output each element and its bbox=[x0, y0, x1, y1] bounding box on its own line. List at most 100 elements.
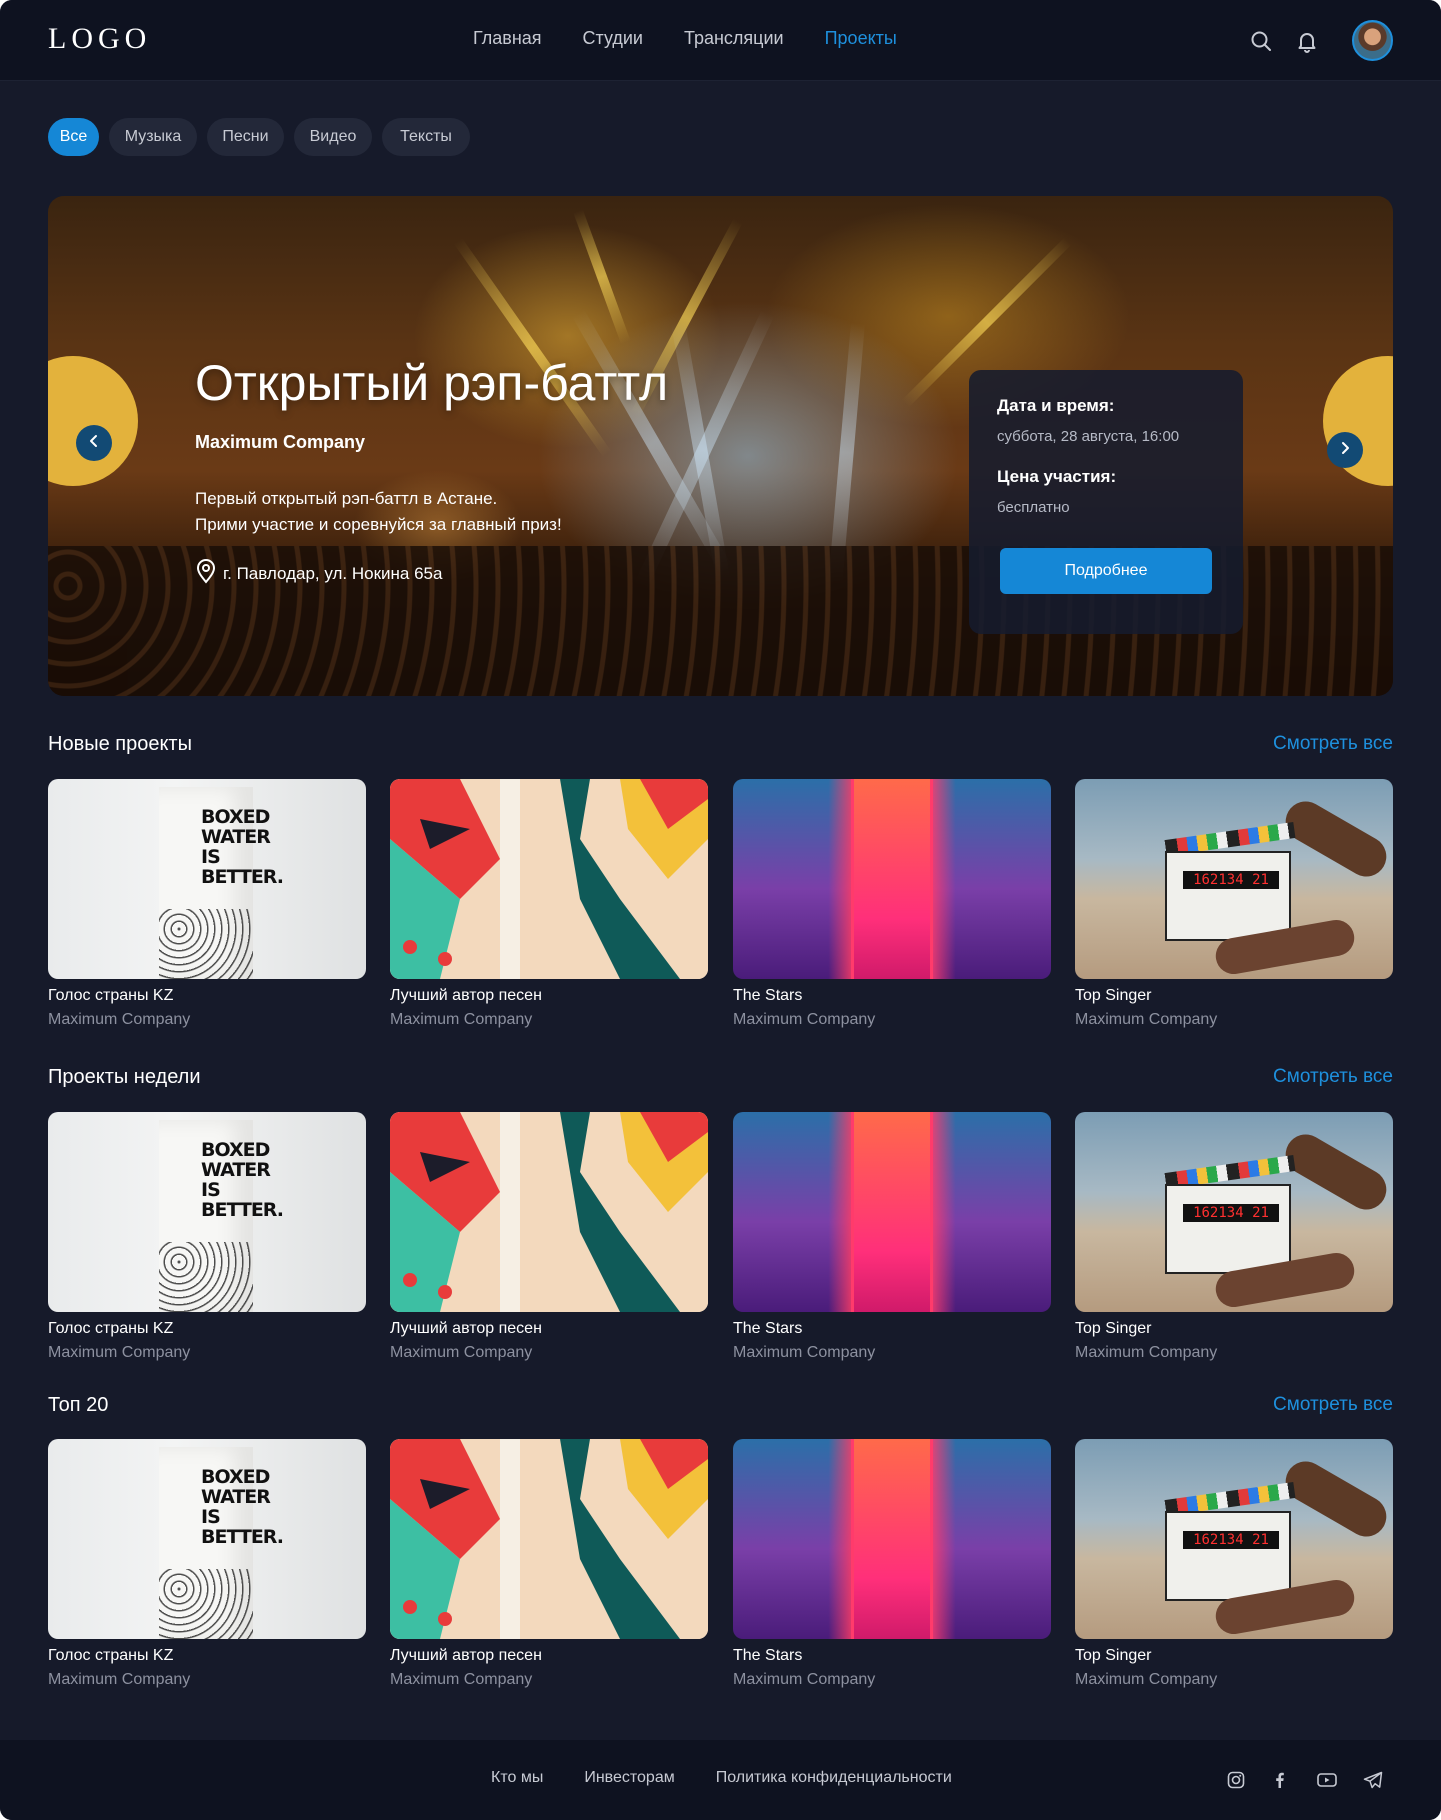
prev-slide-button[interactable] bbox=[76, 425, 112, 461]
mural-image bbox=[390, 1112, 708, 1312]
hero-company: Maximum Company bbox=[195, 432, 366, 452]
project-thumbnail bbox=[390, 1112, 708, 1312]
project-card[interactable]: 162134 21 Top Singer Maximum Company bbox=[1075, 1112, 1393, 1362]
avatar[interactable] bbox=[1352, 20, 1393, 61]
carton-image: BOXED WATER IS BETTER. bbox=[159, 787, 284, 979]
project-title: Лучший автор песен bbox=[390, 1320, 542, 1337]
project-card[interactable]: 162134 21 Top Singer Maximum Company bbox=[1075, 1439, 1393, 1689]
project-thumbnail: 162134 21 bbox=[1075, 1112, 1393, 1312]
project-company: Maximum Company bbox=[48, 1671, 191, 1688]
project-company: Maximum Company bbox=[390, 1011, 533, 1028]
facebook-icon[interactable] bbox=[1268, 1768, 1292, 1792]
carton-image: BOXED WATER IS BETTER. bbox=[159, 1447, 284, 1639]
logo[interactable]: LOGO bbox=[48, 22, 151, 56]
project-card[interactable]: BOXED WATER IS BETTER. Голос страны KZ M… bbox=[48, 779, 366, 1029]
hand-image bbox=[1278, 1127, 1393, 1217]
main-nav: Главная Студии Трансляции Проекты bbox=[473, 28, 938, 49]
project-thumbnail: 162134 21 bbox=[1075, 779, 1393, 979]
footer-link-investors[interactable]: Инвесторам bbox=[584, 1769, 674, 1787]
filter-all[interactable]: Все bbox=[48, 118, 99, 156]
nav-projects[interactable]: Проекты bbox=[825, 28, 897, 49]
clapper-digits: 162134 21 bbox=[1183, 871, 1279, 889]
chevron-left-icon bbox=[87, 434, 101, 453]
clapper-digits: 162134 21 bbox=[1183, 1531, 1279, 1549]
search-icon[interactable] bbox=[1244, 24, 1278, 58]
filter-texts[interactable]: Тексты bbox=[382, 118, 470, 156]
footer-link-privacy[interactable]: Политика конфиденциальности bbox=[716, 1769, 952, 1787]
see-all-link[interactable]: Смотреть все bbox=[1273, 1394, 1393, 1416]
next-slide-button[interactable] bbox=[1327, 432, 1363, 468]
project-company: Maximum Company bbox=[48, 1344, 191, 1361]
project-company: Maximum Company bbox=[390, 1671, 533, 1688]
project-company: Maximum Company bbox=[1075, 1011, 1218, 1028]
project-card[interactable]: The Stars Maximum Company bbox=[733, 1439, 1051, 1689]
carton-text: BOXED WATER IS BETTER. bbox=[201, 1466, 284, 1548]
project-company: Maximum Company bbox=[733, 1671, 876, 1688]
project-thumbnail: BOXED WATER IS BETTER. bbox=[48, 1439, 366, 1639]
details-button[interactable]: Подробнее bbox=[1000, 548, 1212, 594]
telegram-icon[interactable] bbox=[1361, 1768, 1385, 1792]
location-text: г. Павлодар, ул. Нокина 65а bbox=[223, 563, 443, 583]
page-frame: LOGO Главная Студии Трансляции Проекты В… bbox=[0, 0, 1441, 1820]
project-title: Top Singer bbox=[1075, 1320, 1152, 1337]
project-card[interactable]: 162134 21 Top Singer Maximum Company bbox=[1075, 779, 1393, 1029]
project-title: The Stars bbox=[733, 987, 803, 1004]
filter-video[interactable]: Видео bbox=[294, 118, 372, 156]
header: LOGO Главная Студии Трансляции Проекты bbox=[0, 0, 1441, 81]
project-title: Голос страны KZ bbox=[48, 987, 174, 1004]
project-card[interactable]: Лучший автор песен Maximum Company bbox=[390, 1112, 708, 1362]
hero-desc-line: Первый открытый рэп-баттл в Астане. bbox=[195, 489, 498, 508]
footer-links: Кто мы Инвесторам Политика конфиденциаль… bbox=[491, 1769, 993, 1787]
project-card[interactable]: BOXED WATER IS BETTER. Голос страны KZ M… bbox=[48, 1112, 366, 1362]
project-card[interactable]: The Stars Maximum Company bbox=[733, 1112, 1051, 1362]
nav-streams[interactable]: Трансляции bbox=[684, 28, 784, 49]
section-title: Топ 20 bbox=[48, 1394, 109, 1416]
project-thumbnail bbox=[390, 1439, 708, 1639]
light-beam bbox=[828, 322, 865, 583]
nav-studios[interactable]: Студии bbox=[583, 28, 643, 49]
youtube-icon[interactable] bbox=[1315, 1768, 1339, 1792]
chevron-right-icon bbox=[1338, 441, 1352, 460]
hand-image bbox=[1278, 1454, 1393, 1544]
hero-location: г. Павлодар, ул. Нокина 65а bbox=[195, 558, 442, 589]
project-title: The Stars bbox=[733, 1320, 803, 1337]
clapper-board bbox=[1165, 851, 1291, 941]
filter-songs[interactable]: Песни bbox=[207, 118, 284, 156]
project-company: Maximum Company bbox=[733, 1011, 876, 1028]
project-card[interactable]: Лучший автор песен Maximum Company bbox=[390, 1439, 708, 1689]
nav-home[interactable]: Главная bbox=[473, 28, 542, 49]
price-value: бесплатно bbox=[997, 499, 1070, 516]
project-title: The Stars bbox=[733, 1647, 803, 1664]
date-label: Дата и время: bbox=[997, 396, 1115, 415]
mural-image bbox=[390, 1439, 708, 1639]
see-all-link[interactable]: Смотреть все bbox=[1273, 733, 1393, 755]
project-title: Голос страны KZ bbox=[48, 1320, 174, 1337]
see-all-link[interactable]: Смотреть все bbox=[1273, 1066, 1393, 1088]
project-title: Top Singer bbox=[1075, 1647, 1152, 1664]
filter-music[interactable]: Музыка bbox=[109, 118, 197, 156]
mural-image bbox=[390, 779, 708, 979]
project-company: Maximum Company bbox=[1075, 1671, 1218, 1688]
hand-image bbox=[1278, 794, 1393, 884]
light-beam bbox=[671, 321, 731, 581]
project-thumbnail: 162134 21 bbox=[1075, 1439, 1393, 1639]
project-company: Maximum Company bbox=[1075, 1344, 1218, 1361]
project-card[interactable]: Лучший автор песен Maximum Company bbox=[390, 779, 708, 1029]
project-title: Top Singer bbox=[1075, 987, 1152, 1004]
location-pin-icon bbox=[195, 558, 217, 589]
project-card[interactable]: The Stars Maximum Company bbox=[733, 779, 1051, 1029]
footer-link-about[interactable]: Кто мы bbox=[491, 1769, 543, 1787]
project-thumbnail bbox=[390, 779, 708, 979]
clapper-board bbox=[1165, 1511, 1291, 1601]
project-company: Maximum Company bbox=[733, 1344, 876, 1361]
hero-title: Открытый рэп-баттл bbox=[195, 355, 669, 411]
instagram-icon[interactable] bbox=[1224, 1768, 1248, 1792]
project-thumbnail bbox=[733, 1439, 1051, 1639]
project-title: Лучший автор песен bbox=[390, 1647, 542, 1664]
light-beam bbox=[453, 238, 612, 457]
hero-banner: Открытый рэп-баттл Maximum Company Первы… bbox=[48, 196, 1393, 696]
bell-icon[interactable] bbox=[1290, 24, 1324, 58]
project-title: Голос страны KZ bbox=[48, 1647, 174, 1664]
neon-door-image bbox=[851, 779, 933, 979]
project-card[interactable]: BOXED WATER IS BETTER. Голос страны KZ M… bbox=[48, 1439, 366, 1689]
